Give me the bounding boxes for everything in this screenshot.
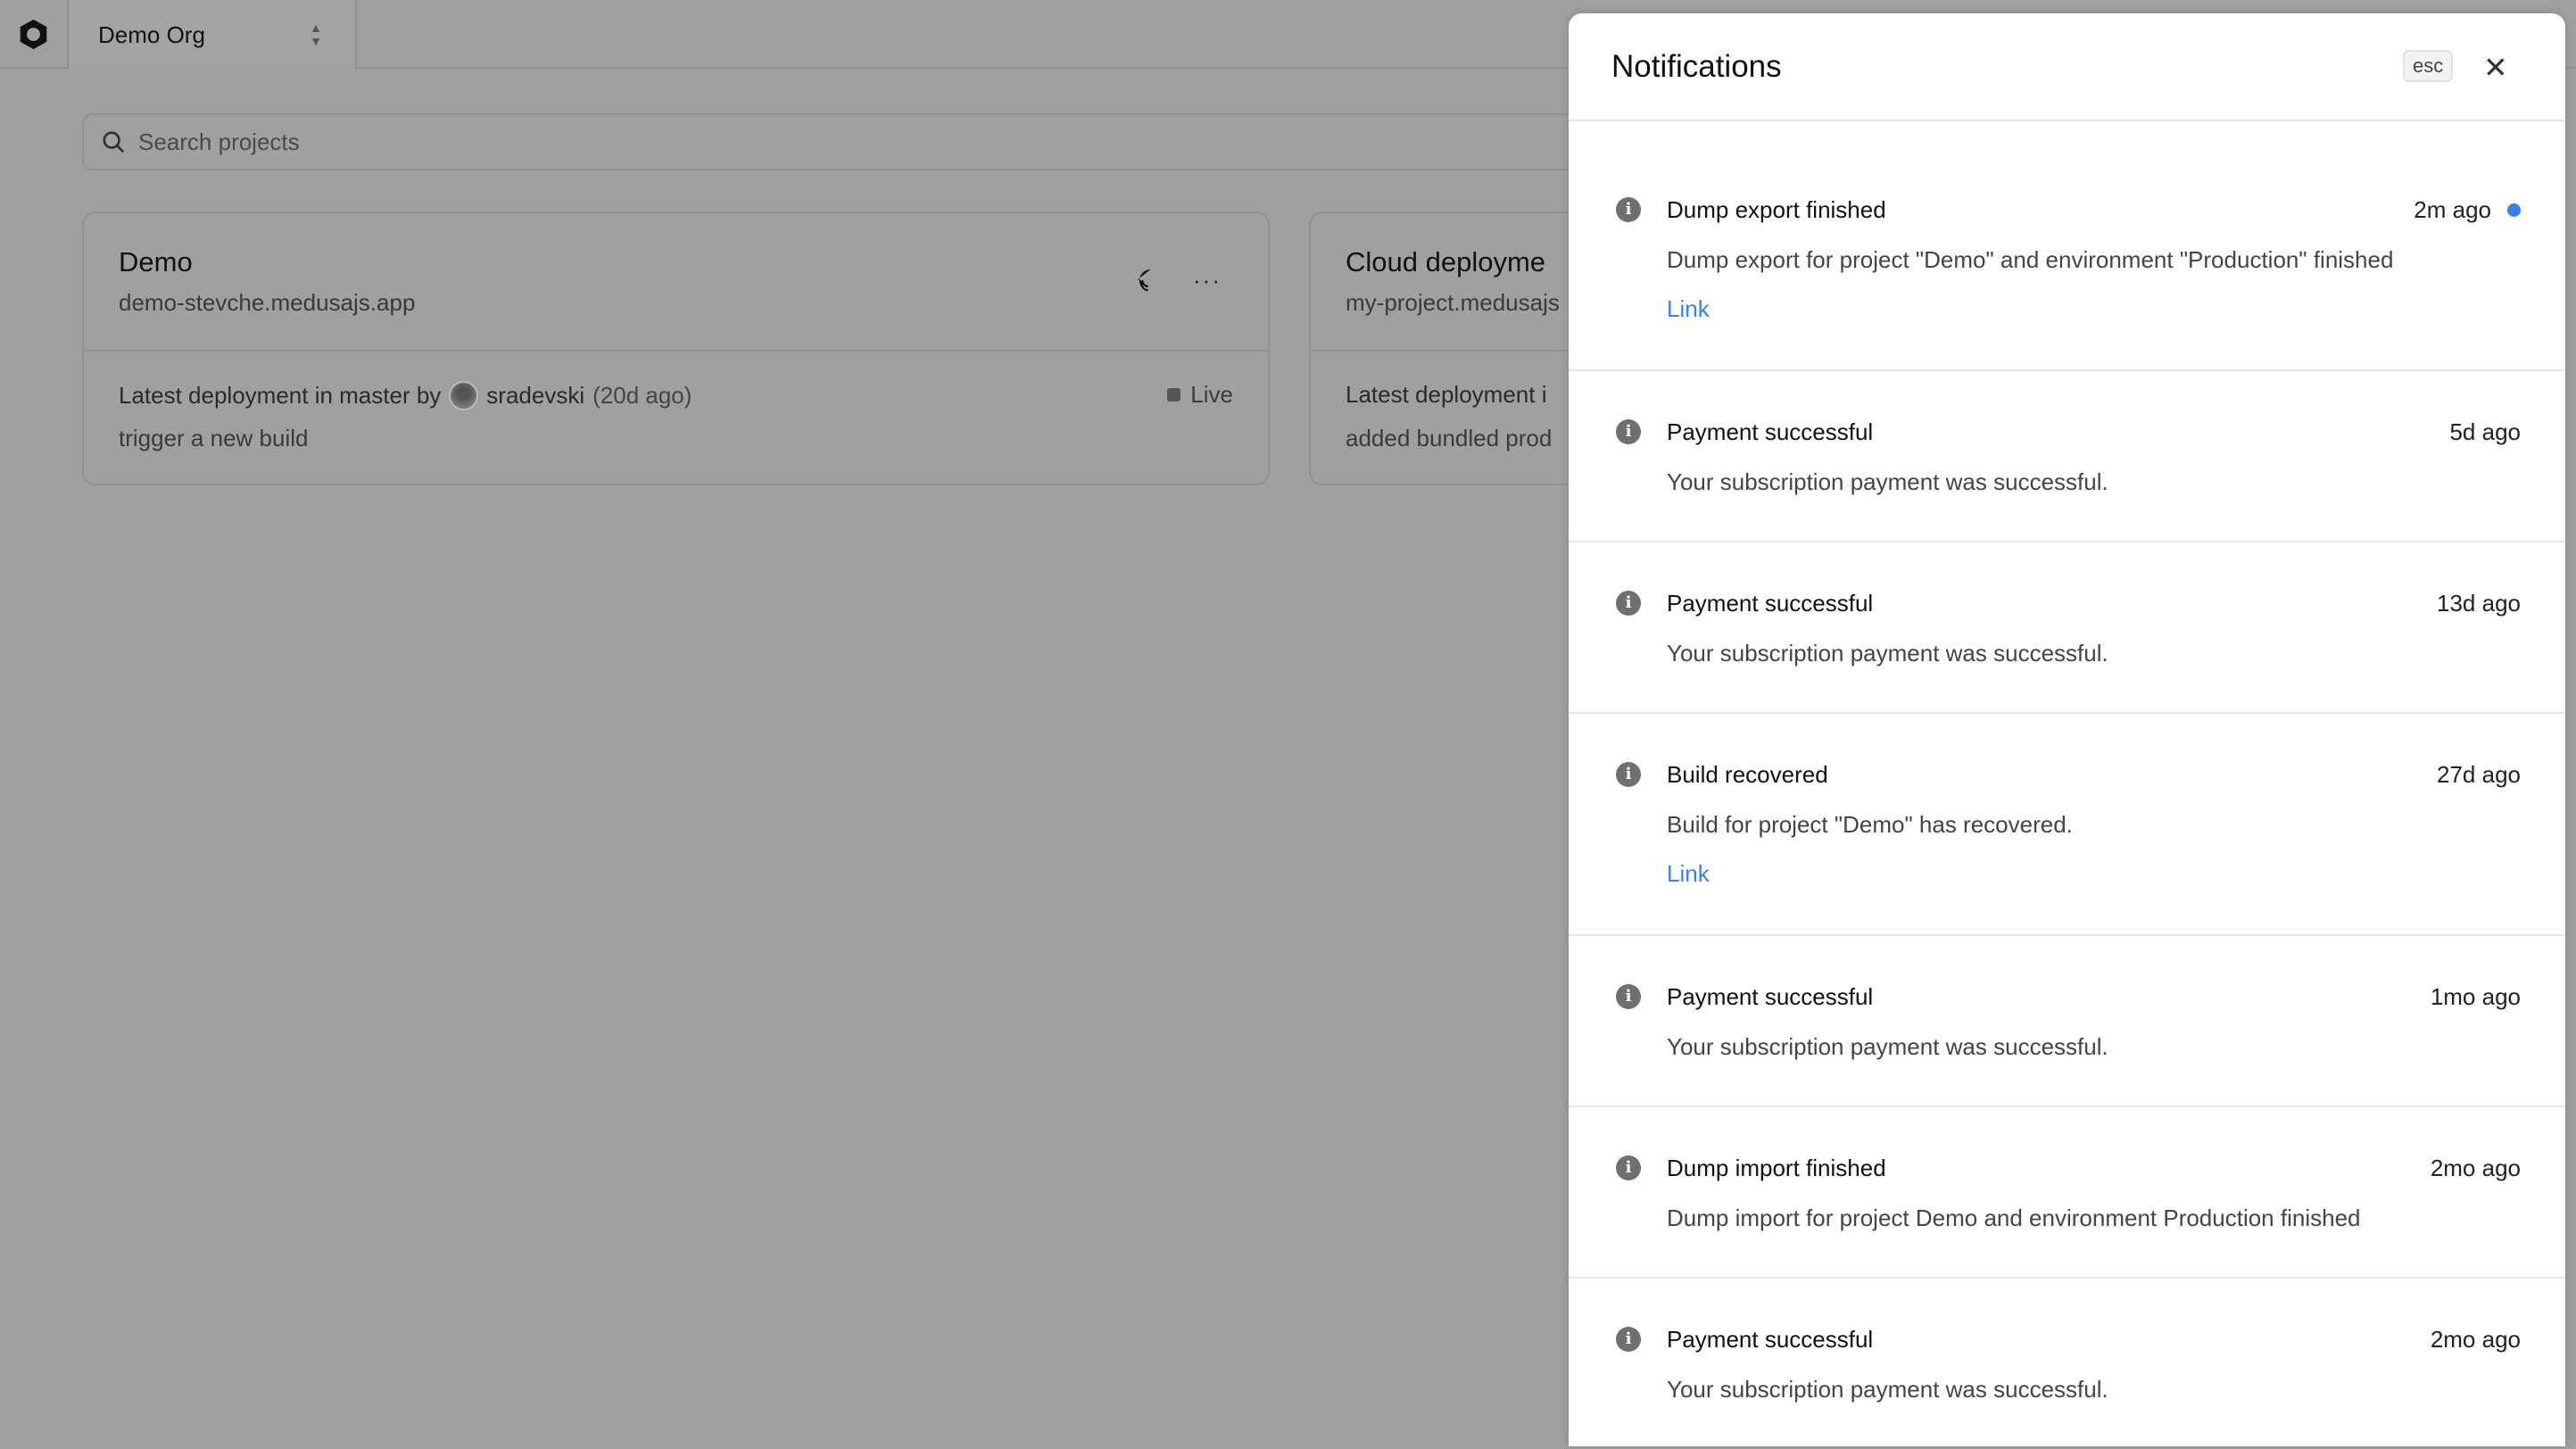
logo-icon — [17, 18, 50, 51]
notification-time: 2mo ago — [2431, 1155, 2521, 1182]
avatar — [449, 381, 478, 410]
notification-item[interactable]: i Payment successful 2mo ago Your subscript… — [1569, 1279, 2565, 1446]
project-title: Cloud deployme — [1346, 246, 1545, 278]
info-icon: i — [1616, 984, 1641, 1009]
notification-item[interactable]: i Build recovered 27d ago Build for project… — [1569, 714, 2565, 936]
commit-message: trigger a new build — [119, 425, 308, 452]
panel-header: Notifications esc ✕ — [1569, 13, 2565, 121]
close-icon[interactable]: ✕ — [2483, 51, 2508, 84]
notification-item[interactable]: i Payment successful 1mo ago Your subscript… — [1569, 936, 2565, 1107]
project-card-demo[interactable]: Demo demo-stevche.medusajs.app ··· Lates… — [82, 211, 1270, 485]
info-icon: i — [1616, 1155, 1641, 1180]
notification-time: 13d ago — [2437, 590, 2521, 617]
info-icon: i — [1616, 1327, 1641, 1352]
status-dot-icon — [1167, 388, 1180, 402]
info-icon: i — [1616, 591, 1641, 616]
notification-title: Payment successful — [1667, 418, 1873, 446]
notification-title: Payment successful — [1667, 1326, 1873, 1354]
notification-body: Your subscription payment was successful… — [1667, 468, 2108, 496]
esc-shortcut-badge: esc — [2403, 50, 2453, 82]
notification-time: 27d ago — [2437, 761, 2521, 789]
project-url[interactable]: demo-stevche.medusajs.app — [119, 289, 415, 317]
more-options-icon[interactable]: ··· — [1193, 267, 1222, 294]
deployment-info: Latest deployment in master by sradevski… — [119, 381, 692, 410]
notification-title: Payment successful — [1667, 983, 1873, 1011]
deployment-age: (20d ago) — [592, 382, 692, 410]
notification-body: Dump import for project Demo and environ… — [1667, 1205, 2361, 1232]
chevron-up-down-icon: ▲▼ — [310, 21, 322, 48]
notifications-panel: Notifications esc ✕ i Dump export finishe… — [1569, 13, 2565, 1446]
notification-body: Your subscription payment was successful… — [1667, 1376, 2108, 1403]
github-icon[interactable] — [1138, 268, 1164, 294]
notification-list: i Dump export finished 2m ago Dump export f… — [1569, 121, 2565, 1446]
search-icon — [102, 130, 125, 153]
notification-item[interactable]: i Dump export finished 2m ago Dump export f… — [1569, 121, 2565, 371]
notification-time: 2m ago — [2414, 196, 2491, 224]
info-icon: i — [1616, 762, 1641, 787]
deployment-info: Latest deployment i — [1346, 381, 1546, 409]
deployment-author: sradevski — [486, 382, 584, 410]
org-switcher[interactable]: Demo Org ▲▼ — [69, 0, 357, 70]
notification-time: 1mo ago — [2431, 983, 2521, 1011]
info-icon: i — [1616, 419, 1641, 444]
project-title: Demo — [119, 246, 193, 278]
app: Demo Org ▲▼ Search projects Demo demo-st… — [0, 0, 2576, 1449]
notification-body: Your subscription payment was successful… — [1667, 1033, 2108, 1061]
notification-title: Dump export finished — [1667, 196, 1886, 224]
notification-time: 5d ago — [2449, 418, 2521, 446]
notification-body: Build for project "Demo" has recovered. — [1667, 811, 2073, 839]
notification-link[interactable]: Link — [1667, 295, 1710, 323]
unread-dot-icon — [2507, 203, 2521, 217]
notification-body: Your subscription payment was successful… — [1667, 640, 2108, 667]
notification-title: Payment successful — [1667, 590, 1873, 617]
org-name: Demo Org — [98, 21, 205, 49]
panel-title: Notifications — [1611, 49, 1782, 85]
notification-item[interactable]: i Dump import finished 2mo ago Dump import … — [1569, 1107, 2565, 1279]
deployment-prefix: Latest deployment in master by — [119, 382, 441, 410]
notification-title: Dump import finished — [1667, 1155, 1886, 1182]
medusa-logo[interactable] — [0, 0, 69, 69]
project-url[interactable]: my-project.medusajs — [1346, 289, 1560, 317]
notification-title: Build recovered — [1667, 761, 1828, 789]
notification-item[interactable]: i Payment successful 5d ago Your subscripti… — [1569, 371, 2565, 542]
notification-item[interactable]: i Payment successful 13d ago Your subscript… — [1569, 542, 2565, 714]
status-label: Live — [1190, 381, 1233, 409]
notification-link[interactable]: Link — [1667, 860, 1710, 888]
status-badge: Live — [1167, 381, 1233, 409]
notification-body: Dump export for project "Demo" and envir… — [1667, 246, 2393, 274]
info-icon: i — [1616, 197, 1641, 222]
notification-time: 2mo ago — [2431, 1326, 2521, 1354]
search-placeholder: Search projects — [138, 128, 300, 156]
commit-message: added bundled prod — [1346, 425, 1552, 452]
search-input[interactable]: Search projects — [82, 113, 1725, 170]
